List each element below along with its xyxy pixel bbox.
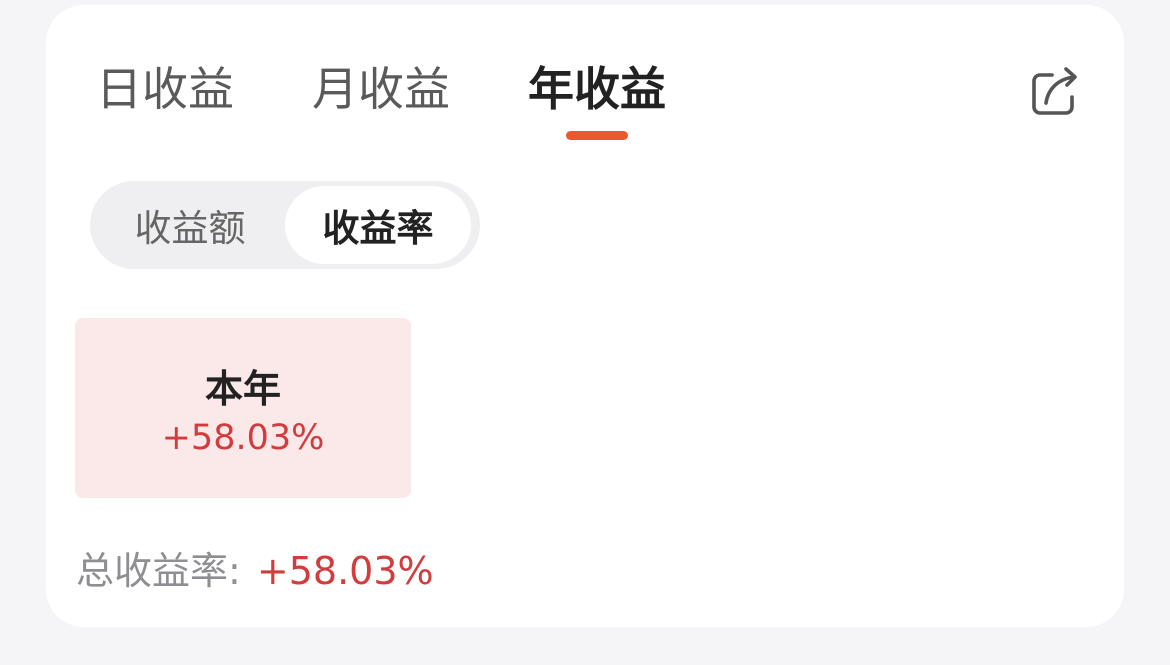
tab-monthly-returns[interactable]: 月收益	[312, 57, 450, 121]
total-return-label: 总收益率:	[76, 549, 241, 593]
tab-yearly-returns[interactable]: 年收益	[528, 57, 666, 140]
period-tabs: 日收益 月收益 年收益	[96, 57, 744, 140]
segment-label: 收益额	[134, 207, 246, 250]
total-return-row: 总收益率: +58.03%	[76, 540, 434, 595]
share-icon	[1032, 67, 1077, 115]
tab-active-indicator	[566, 131, 628, 140]
returns-card: 日收益 月收益 年收益 收益额 收益率 本年 +58.03% 总收益率: +58…	[46, 5, 1124, 627]
tab-label: 月收益	[312, 62, 450, 116]
tab-label: 年收益	[528, 62, 666, 116]
tab-daily-returns[interactable]: 日收益	[96, 57, 234, 121]
total-return-value: +58.03%	[256, 549, 434, 593]
segment-return-amount[interactable]: 收益额	[95, 186, 285, 264]
year-label: 本年	[204, 367, 281, 411]
share-button[interactable]	[1028, 65, 1082, 119]
tab-label: 日收益	[96, 62, 234, 116]
current-year-cell[interactable]: 本年 +58.03%	[75, 318, 411, 498]
segment-return-rate[interactable]: 收益率	[285, 186, 471, 264]
segment-label: 收益率	[322, 207, 434, 250]
metric-toggle: 收益额 收益率	[90, 181, 480, 269]
year-return-value: +58.03%	[161, 418, 325, 458]
